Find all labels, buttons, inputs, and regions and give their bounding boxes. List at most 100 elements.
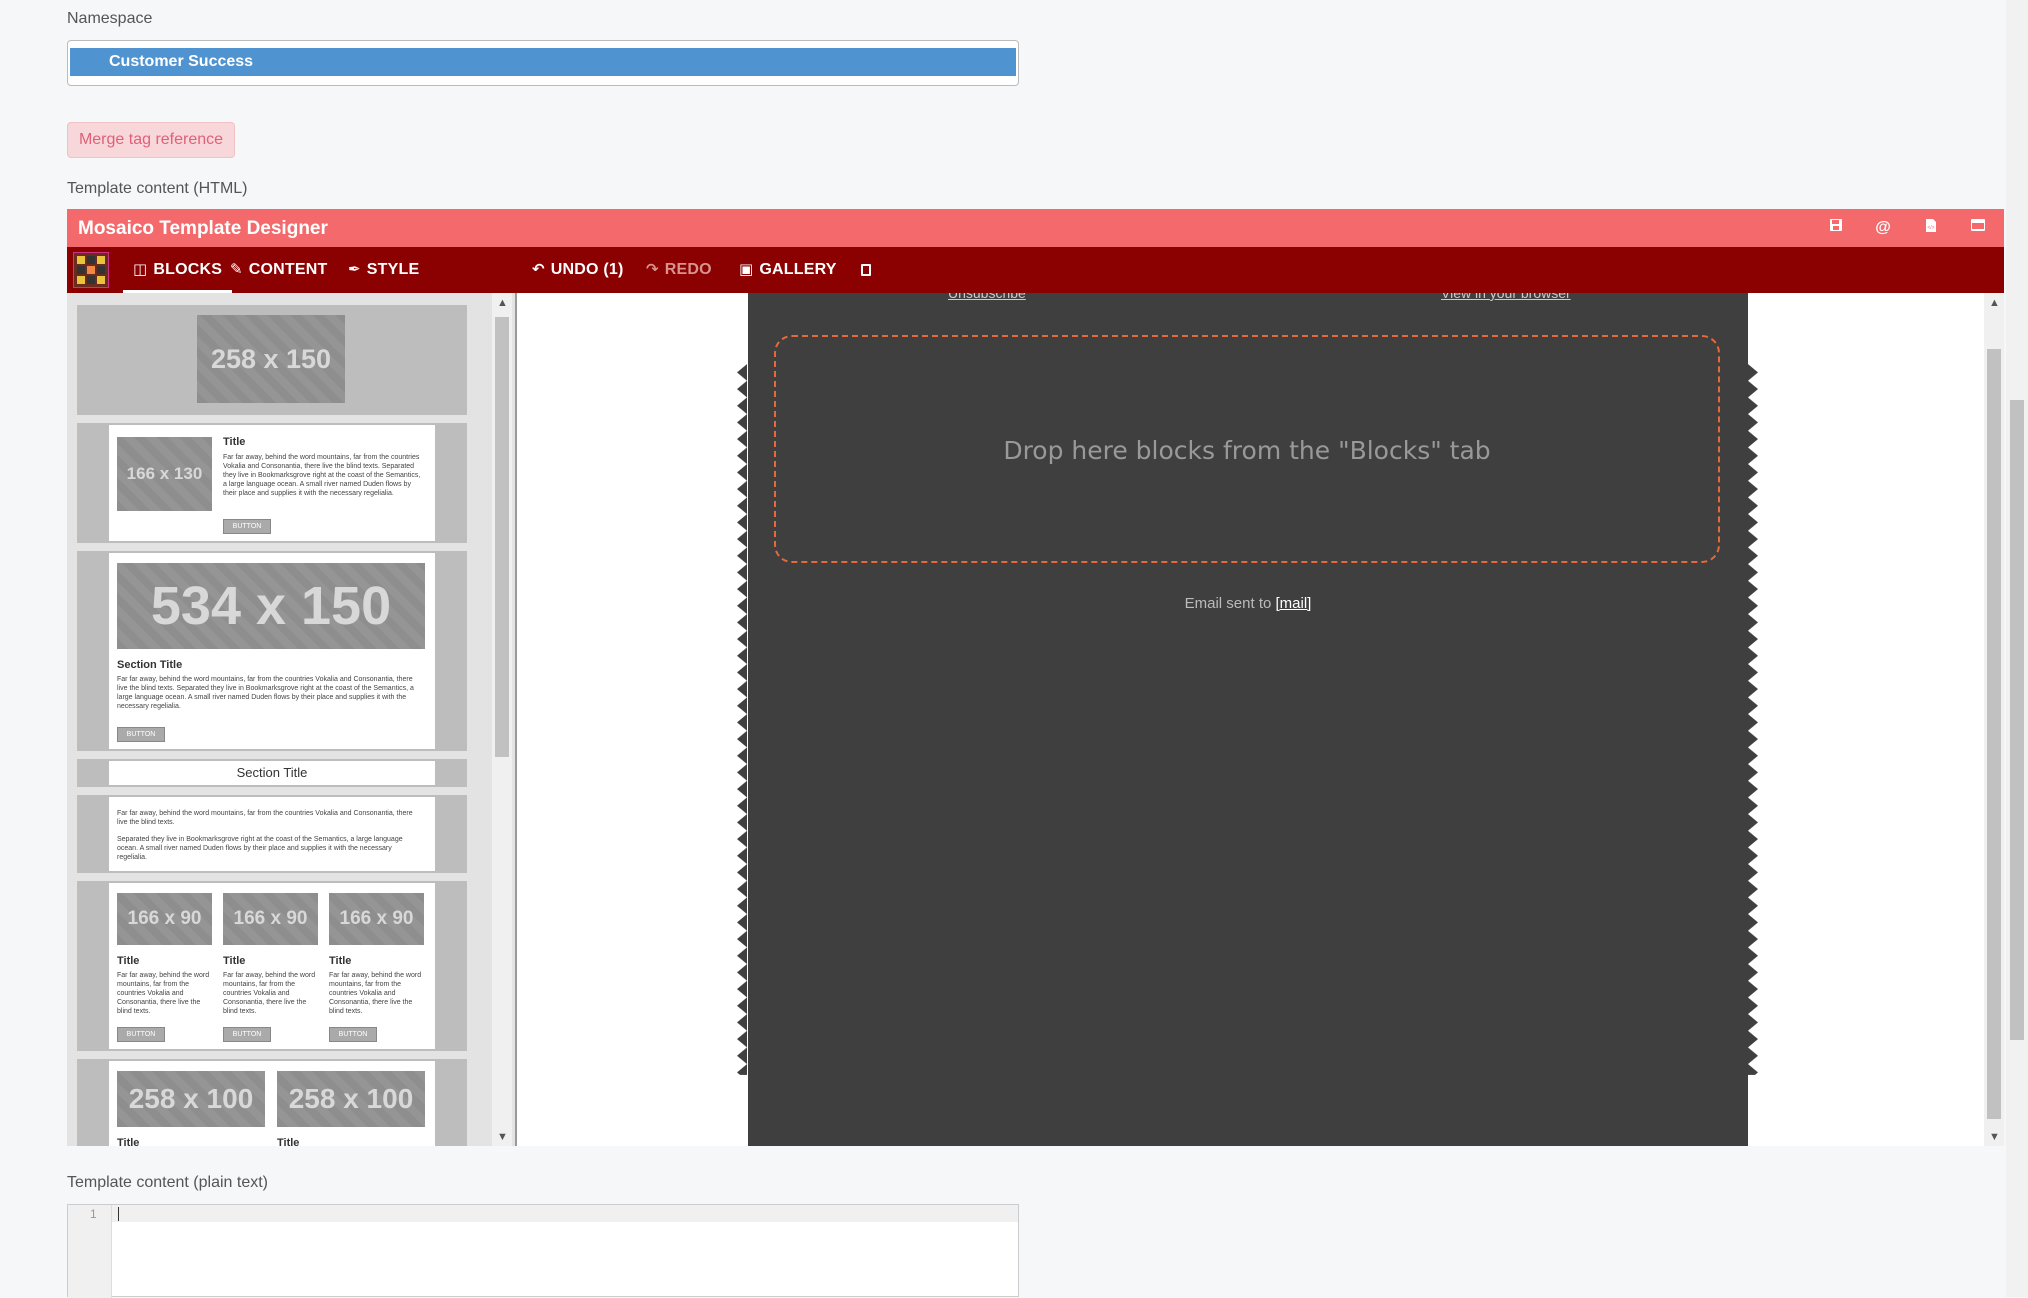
block-image-258[interactable]: 258 x 150 <box>77 305 467 415</box>
redo-icon: ↷ <box>646 261 659 278</box>
zigzag-edge-left <box>737 364 747 1075</box>
block-image-text[interactable]: 166 x 130 Title Far far away, behind the… <box>77 423 467 543</box>
block-text: Far far away, behind the word mountains,… <box>117 972 210 1015</box>
editor-cursor <box>118 1207 119 1221</box>
html-content-label: Template content (HTML) <box>67 180 248 197</box>
blocks-panel: 258 x 150 166 x 130 Title Far far away, … <box>67 293 517 1146</box>
block-inner: 166 x 130 Title Far far away, behind the… <box>109 425 435 541</box>
tab-blocks[interactable]: ◫ BLOCKS <box>123 247 233 293</box>
block-three-columns[interactable]: 166 x 90 166 x 90 166 x 90 Title Title T… <box>77 881 467 1051</box>
cubes-icon: ◫ <box>133 261 148 278</box>
save-icon[interactable] <box>1826 218 1846 238</box>
blocks-scrollbar-thumb[interactable] <box>495 317 509 757</box>
tab-content[interactable]: ✎ CONTENT <box>230 247 328 293</box>
unsubscribe-link[interactable]: Unsubscribe <box>948 293 1026 301</box>
gallery-button[interactable]: ▣ GALLERY <box>739 247 837 293</box>
designer-toolbar: ◫ BLOCKS ✎ CONTENT ✒ STYLE ↶ UNDO (1) ↷ REDO … <box>67 247 2004 293</box>
block-text: Far far away, behind the word mountains,… <box>223 972 316 1015</box>
mail-merge-tag[interactable]: [mail] <box>1276 595 1312 612</box>
editor-active-line <box>112 1205 1018 1222</box>
preview-toggle[interactable] <box>861 247 871 293</box>
image-placeholder: 166 x 90 <box>329 893 424 945</box>
scroll-down-arrow-icon[interactable]: ▼ <box>497 1131 508 1143</box>
designer-title-bar: Mosaico Template Designer @ </> <box>67 209 2004 247</box>
block-button: BUTTON <box>223 1027 271 1042</box>
email-footer: Email sent to [mail] <box>748 595 1748 612</box>
redo-button[interactable]: ↷ REDO <box>646 247 712 293</box>
block-inner: 166 x 90 166 x 90 166 x 90 Title Title T… <box>109 883 435 1049</box>
block-text: Far far away, behind the word mountains,… <box>329 972 422 1015</box>
image-placeholder: 534 x 150 <box>117 563 425 649</box>
gallery-label: GALLERY <box>759 261 837 278</box>
block-section-title[interactable]: Section Title <box>77 759 467 787</box>
mosaico-logo <box>73 252 109 288</box>
undo-button[interactable]: ↶ UNDO (1) <box>532 247 624 293</box>
designer-title: Mosaico Template Designer <box>78 218 328 239</box>
block-button: BUTTON <box>329 1027 377 1042</box>
block-text-1: Far far away, behind the word mountains,… <box>117 810 413 826</box>
block-title: Title <box>223 955 246 967</box>
page-scrollbar-thumb[interactable] <box>2010 400 2024 1040</box>
mosaico-designer: Mosaico Template Designer @ </> ◫ BLOCKS … <box>67 209 2004 1146</box>
line-number: 1 <box>90 1207 97 1221</box>
canvas-scrollbar[interactable]: ▲ ▼ <box>1984 293 2004 1146</box>
view-in-browser-link[interactable]: View in your browser <box>1441 293 1571 301</box>
svg-text:</>: </> <box>1927 225 1934 231</box>
plain-content-label: Template content (plain text) <box>67 1174 268 1191</box>
image-placeholder: 258 x 100 <box>117 1071 265 1127</box>
block-inner: 534 x 150 Section Title Far far away, be… <box>109 553 435 749</box>
editor-gutter: 1 <box>68 1205 112 1298</box>
image-placeholder: 258 x 150 <box>197 315 345 403</box>
block-text-only[interactable]: Far far away, behind the word mountains,… <box>77 795 467 873</box>
drop-zone-text: Drop here blocks from the "Blocks" tab <box>1003 436 1491 465</box>
email-sent-text: Email sent to <box>1184 595 1272 612</box>
brush-icon: ✒ <box>348 261 361 278</box>
namespace-selected-option[interactable]: Customer Success <box>70 48 1016 76</box>
block-inner: 258 x 100 258 x 100 Title Title <box>109 1061 435 1146</box>
at-icon[interactable]: @ <box>1873 218 1893 238</box>
namespace-select[interactable]: Customer Success <box>67 40 1019 86</box>
image-icon: ▣ <box>739 261 754 278</box>
merge-tag-reference-button[interactable]: Merge tag reference <box>67 122 235 158</box>
canvas-scroll-up-icon[interactable]: ▲ <box>1989 297 2000 309</box>
zigzag-edge-right <box>1748 364 1758 1075</box>
tab-style[interactable]: ✒ STYLE <box>348 247 419 293</box>
block-two-columns[interactable]: 258 x 100 258 x 100 Title Title <box>77 1059 467 1146</box>
block-button: BUTTON <box>223 519 271 534</box>
tab-blocks-label: BLOCKS <box>153 261 223 278</box>
block-text: Far far away, behind the word mountains,… <box>117 676 414 710</box>
plain-text-editor[interactable]: 1 <box>67 1204 1019 1298</box>
undo-icon: ↶ <box>532 261 545 278</box>
window-icon[interactable] <box>1968 218 1988 238</box>
block-button: BUTTON <box>117 1027 165 1042</box>
scroll-up-arrow-icon[interactable]: ▲ <box>497 297 508 309</box>
block-text: Far far away, behind the word mountains,… <box>223 454 421 497</box>
section-title-text: Section Title <box>109 761 435 785</box>
image-placeholder: 166 x 90 <box>117 893 212 945</box>
tab-style-label: STYLE <box>366 261 420 278</box>
block-title: Title <box>223 436 246 448</box>
block-inner: Far far away, behind the word mountains,… <box>109 797 435 871</box>
image-placeholder: 166 x 90 <box>223 893 318 945</box>
drop-zone[interactable]: Drop here blocks from the "Blocks" tab <box>774 335 1720 563</box>
pencil-icon: ✎ <box>230 261 243 278</box>
canvas-scroll-down-icon[interactable]: ▼ <box>1989 1131 2000 1143</box>
block-section-title: Section Title <box>117 659 183 671</box>
page-scrollbar[interactable] <box>2006 0 2028 1297</box>
image-placeholder: 258 x 100 <box>277 1071 425 1127</box>
square-icon <box>861 263 871 276</box>
block-image-section[interactable]: 534 x 150 Section Title Far far away, be… <box>77 551 467 751</box>
undo-label: UNDO (1) <box>550 261 624 278</box>
image-placeholder: 166 x 130 <box>117 437 212 511</box>
redo-label: REDO <box>664 261 712 278</box>
html-file-icon[interactable]: </> <box>1921 218 1941 238</box>
block-title: Title <box>329 955 352 967</box>
block-title: Title <box>117 1137 140 1146</box>
email-body: Unsubscribe View in your browser Drop he… <box>748 293 1748 1146</box>
block-text-2: Separated they live in Bookmarksgrove ri… <box>117 836 403 861</box>
block-button: BUTTON <box>117 727 165 742</box>
block-title: Title <box>117 955 140 967</box>
canvas-scrollbar-thumb[interactable] <box>1987 349 2001 1119</box>
namespace-label: Namespace <box>67 10 153 27</box>
block-title: Title <box>277 1137 300 1146</box>
